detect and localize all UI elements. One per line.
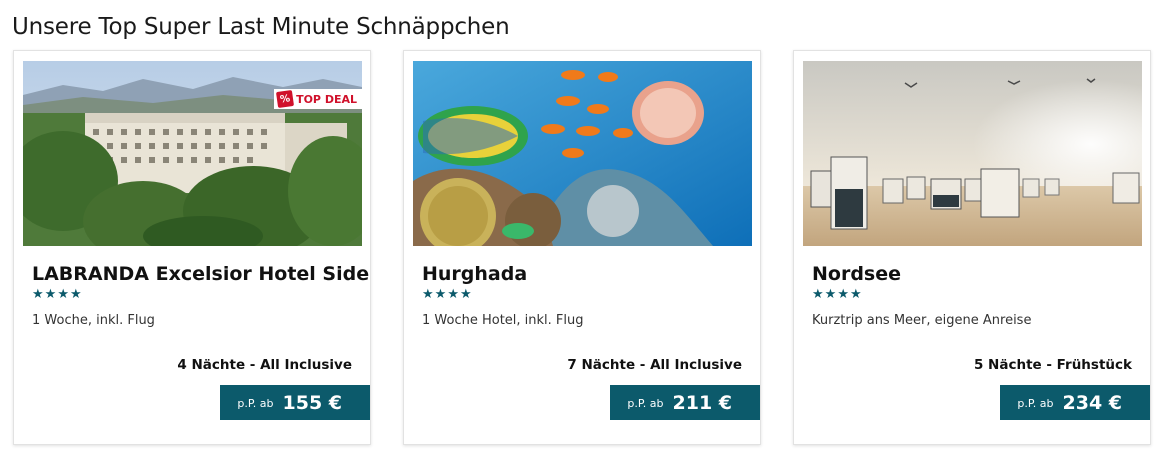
- star-icon: ★: [459, 287, 472, 302]
- star-icon: ★: [434, 287, 447, 302]
- price-value: 155 €: [282, 391, 343, 414]
- star-icon: ★: [812, 287, 824, 302]
- star-rating: ★ ★ ★ ★: [812, 287, 862, 303]
- price-value: 234 €: [1062, 391, 1123, 414]
- star-icon: ★: [849, 287, 862, 302]
- card-description: 1 Woche Hotel, inkl. Flug: [422, 313, 584, 328]
- offer-card-labranda[interactable]: % TOP DEAL LABRANDA Excelsior Hotel Side…: [13, 50, 371, 445]
- star-rating: ★ ★ ★ ★: [32, 287, 82, 303]
- star-icon: ★: [824, 287, 837, 302]
- price-button[interactable]: p.P. ab 155 €: [220, 385, 370, 420]
- coral-reef-fish-photo[interactable]: [413, 61, 752, 246]
- card-title[interactable]: LABRANDA Excelsior Hotel Side: [32, 263, 369, 285]
- price-prefix: p.P. ab: [237, 397, 274, 410]
- card-title[interactable]: Hurghada: [422, 263, 527, 285]
- price-button[interactable]: p.P. ab 211 €: [610, 385, 760, 420]
- card-description: 1 Woche, inkl. Flug: [32, 313, 155, 328]
- badge-label: TOP DEAL: [296, 92, 357, 106]
- card-nights: 5 Nächte - Frühstück: [973, 357, 1132, 373]
- star-icon: ★: [69, 287, 82, 302]
- top-deal-badge: % TOP DEAL: [274, 89, 362, 109]
- offer-card-nordsee[interactable]: Nordsee ★ ★ ★ ★ Kurztrip ans Meer, eigen…: [793, 50, 1151, 445]
- hotel-resort-photo[interactable]: % TOP DEAL: [23, 61, 362, 246]
- price-prefix: p.P. ab: [627, 397, 664, 410]
- tag-icon: %: [276, 89, 295, 109]
- offer-card-hurghada[interactable]: Hurghada ★ ★ ★ ★ 1 Woche Hotel, inkl. Fl…: [403, 50, 761, 445]
- card-title[interactable]: Nordsee: [812, 263, 901, 285]
- star-icon: ★: [422, 287, 434, 302]
- section-title: Unsere Top Super Last Minute Schnäppchen: [12, 14, 510, 40]
- star-icon: ★: [44, 287, 57, 302]
- star-icon: ★: [837, 287, 849, 302]
- star-rating: ★ ★ ★ ★: [422, 287, 472, 303]
- star-icon: ★: [447, 287, 459, 302]
- star-icon: ★: [32, 287, 44, 302]
- card-description: Kurztrip ans Meer, eigene Anreise: [812, 313, 1032, 328]
- price-value: 211 €: [672, 391, 733, 414]
- price-prefix: p.P. ab: [1017, 397, 1054, 410]
- price-button[interactable]: p.P. ab 234 €: [1000, 385, 1150, 420]
- card-nights: 7 Nächte - All Inclusive: [567, 357, 742, 373]
- star-icon: ★: [57, 287, 69, 302]
- card-nights: 4 Nächte - All Inclusive: [177, 357, 352, 373]
- beach-chairs-photo[interactable]: [803, 61, 1142, 246]
